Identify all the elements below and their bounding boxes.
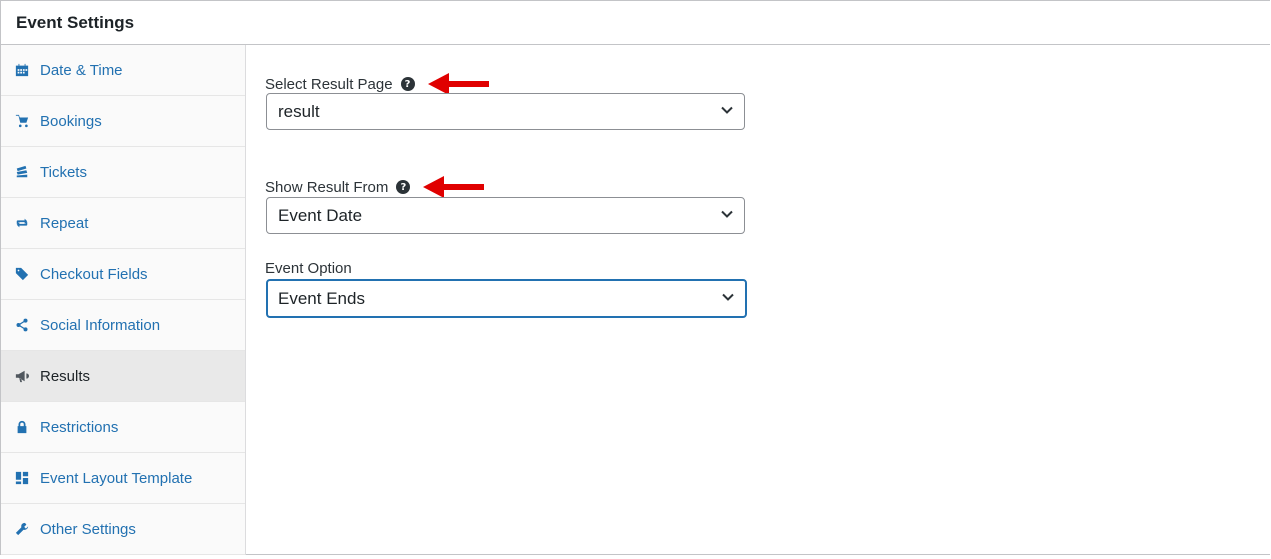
sidebar-item-label: Date & Time (40, 61, 123, 79)
sidebar-item-label: Bookings (40, 112, 102, 130)
sidebar-item-restrictions[interactable]: Restrictions (1, 402, 245, 453)
sidebar-item-checkout-fields[interactable]: Checkout Fields (1, 249, 245, 300)
event-option-select[interactable]: Event Ends (266, 279, 747, 318)
sidebar-item-label: Restrictions (40, 418, 119, 436)
sidebar-item-label: Other Settings (40, 520, 136, 538)
settings-sidebar: Date & Time Bookings Tickets Repeat Chec… (1, 45, 246, 555)
sidebar-item-repeat[interactable]: Repeat (1, 198, 245, 249)
show-result-from-select[interactable]: Event Date (266, 197, 745, 234)
chevron-down-icon (720, 102, 734, 122)
wrench-icon (14, 521, 30, 537)
sidebar-item-other-settings[interactable]: Other Settings (1, 504, 245, 555)
results-settings-content: Select Result Page ? result Show Result … (247, 45, 1270, 554)
chevron-down-icon (721, 289, 735, 309)
sidebar-item-label: Tickets (40, 163, 87, 181)
event-settings-panel: Event Settings Date & Time Bookings Tick… (0, 0, 1270, 555)
show-result-from-select-value: Event Date (278, 205, 363, 225)
share-icon (14, 317, 30, 333)
event-option-label: Event Option (265, 260, 352, 277)
sidebar-item-date-time[interactable]: Date & Time (1, 45, 245, 96)
sidebar-item-label: Event Layout Template (40, 469, 193, 487)
tag-icon (14, 266, 30, 282)
sidebar-item-label: Repeat (40, 214, 89, 232)
result-page-select-value: result (278, 101, 320, 121)
show-result-from-label: Show Result From (265, 178, 389, 196)
sidebar-item-event-layout-template[interactable]: Event Layout Template (1, 453, 245, 504)
sidebar-item-social-information[interactable]: Social Information (1, 300, 245, 351)
sidebar-item-label: Results (40, 367, 91, 385)
sidebar-item-results[interactable]: Results (1, 351, 245, 402)
lock-icon (14, 419, 30, 435)
annotation-arrow-icon (422, 175, 486, 199)
repeat-icon (14, 215, 30, 231)
sidebar-item-label: Checkout Fields (40, 265, 148, 283)
sidebar-item-label: Social Information (40, 316, 161, 334)
help-icon[interactable]: ? (396, 180, 411, 194)
event-option-field-label: Event Option (265, 260, 352, 277)
result-page-label: Select Result Page (265, 75, 393, 93)
panel-title: Event Settings (1, 1, 1270, 45)
chevron-down-icon (720, 206, 734, 226)
sidebar-item-tickets[interactable]: Tickets (1, 147, 245, 198)
result-page-select[interactable]: result (266, 93, 745, 130)
help-icon[interactable]: ? (400, 77, 415, 91)
event-option-select-value: Event Ends (278, 288, 365, 308)
calendar-icon (14, 62, 30, 78)
sidebar-item-bookings[interactable]: Bookings (1, 96, 245, 147)
megaphone-icon (14, 368, 30, 384)
cart-icon (14, 113, 30, 129)
tickets-icon (14, 164, 30, 180)
layout-icon (14, 470, 30, 486)
show-result-from-field-label: Show Result From ? (265, 175, 486, 199)
